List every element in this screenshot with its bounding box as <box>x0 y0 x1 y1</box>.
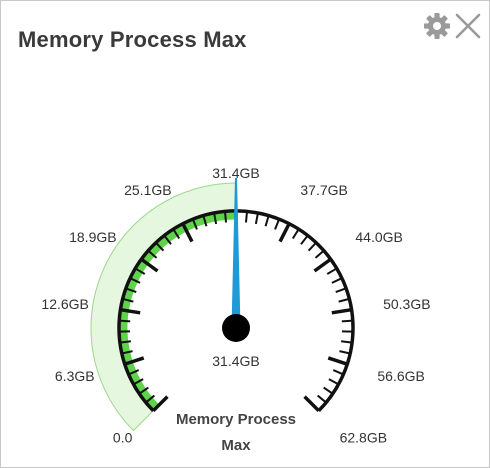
minor-tick <box>331 277 343 284</box>
major-tick <box>278 222 291 243</box>
minor-tick <box>323 386 334 395</box>
gauge-label: Memory Process <box>176 411 296 428</box>
minor-tick <box>314 249 325 259</box>
minor-tick <box>317 394 327 404</box>
tick-label: 6.3GB <box>55 368 95 384</box>
minor-tick <box>300 234 309 245</box>
tick-label: 56.6GB <box>377 368 424 384</box>
tick-label: 12.6GB <box>41 296 88 312</box>
tick-label: 25.1GB <box>124 182 171 198</box>
minor-tick <box>274 218 281 230</box>
major-tick <box>313 257 332 273</box>
tick-label: 50.3GB <box>383 296 430 312</box>
minor-tick <box>326 267 338 275</box>
minor-tick <box>119 340 131 344</box>
gauge-pivot <box>222 314 250 342</box>
gauge-widget: Memory Process Max 0.0 6.3GB 12.6GB 18.9… <box>0 0 490 468</box>
major-tick <box>331 307 352 315</box>
tick-label: 18.9GB <box>69 229 116 245</box>
tick-label: 37.7GB <box>300 182 347 198</box>
minor-tick <box>223 211 228 223</box>
minor-tick <box>264 215 270 227</box>
major-tick <box>303 395 320 412</box>
gauge: 0.0 6.3GB 12.6GB 18.9GB 25.1GB 31.4GB 37… <box>41 165 430 454</box>
minor-tick <box>291 228 300 240</box>
minor-tick <box>335 287 347 294</box>
tick-label: 0.0 <box>113 430 133 446</box>
minor-tick <box>119 319 131 323</box>
minor-tick <box>339 350 351 355</box>
tick-label: 62.8GB <box>340 430 387 446</box>
minor-tick <box>244 211 249 223</box>
minor-tick <box>254 212 259 225</box>
minor-tick <box>307 242 317 252</box>
gauge-value-label: 31.4GB <box>212 353 259 369</box>
major-tick <box>327 356 348 366</box>
minor-tick <box>341 340 353 344</box>
minor-tick <box>338 297 350 303</box>
minor-tick <box>328 378 340 386</box>
minor-tick <box>332 369 344 376</box>
gauge-label: Max <box>221 437 251 454</box>
tick-label: 44.0GB <box>355 229 402 245</box>
minor-tick <box>341 319 353 323</box>
